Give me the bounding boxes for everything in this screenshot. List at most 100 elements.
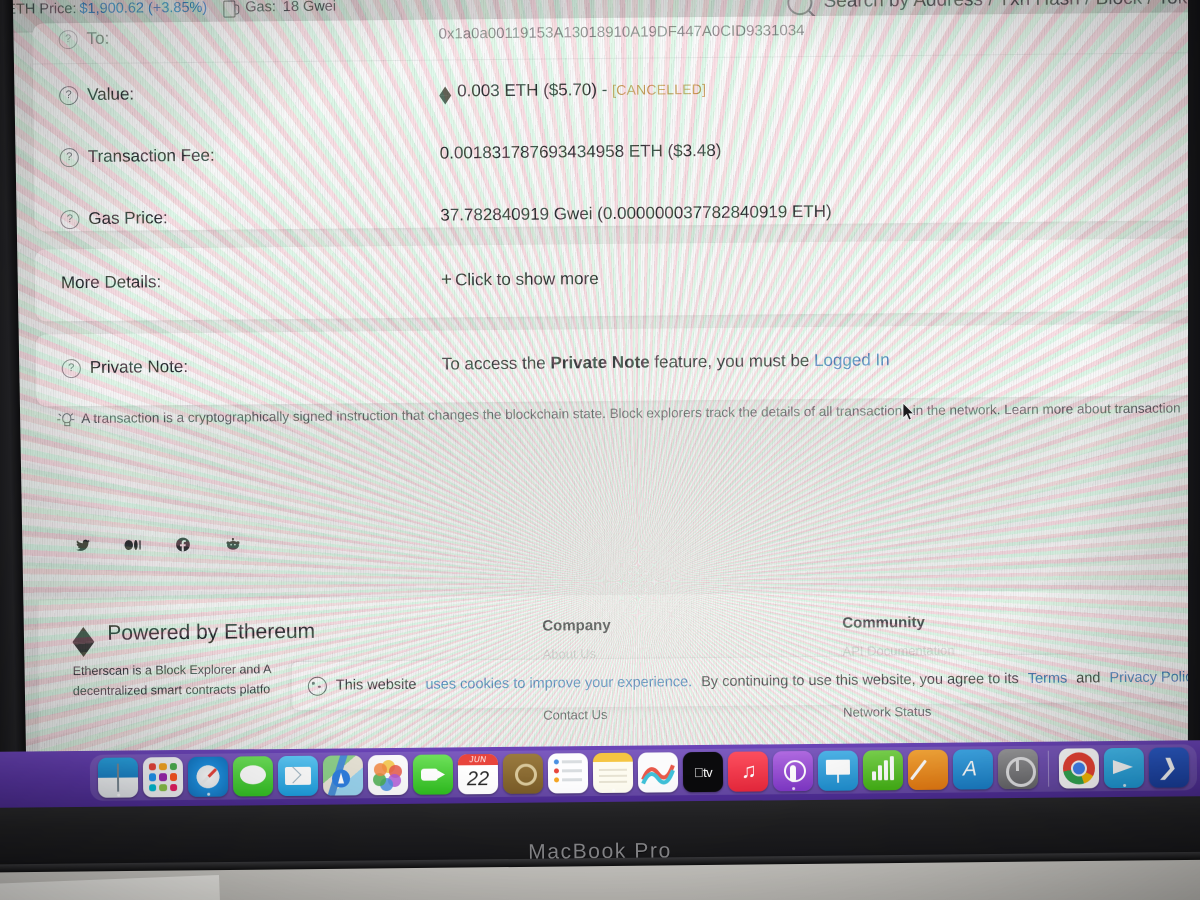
dock-app-stocks[interactable]	[637, 752, 679, 793]
private-note-row: ? Private Note: To access the Private No…	[61, 323, 1190, 402]
row-value-transaction-fee: 0.001831787693434958 ETH ($3.48)	[439, 140, 722, 163]
dock-app-system-preferences[interactable]	[997, 748, 1039, 790]
value-amount-text: 0.003 ETH ($5.70) -	[457, 79, 608, 101]
gas-pump-icon	[223, 0, 238, 16]
dock-app-facetime[interactable]	[412, 754, 454, 795]
help-icon[interactable]: ?	[58, 29, 78, 49]
social-links	[67, 528, 248, 561]
transaction-details-card: ? To: 0x1a0a00119153A13018910A19DF447A0C…	[32, 12, 1200, 232]
gas-label: Gas:	[245, 0, 276, 16]
ethereum-diamond-icon	[72, 626, 95, 642]
facebook-icon	[175, 537, 190, 551]
row-label-text: To:	[86, 28, 110, 48]
dock-app-music[interactable]: ♫	[727, 751, 769, 792]
dock-app-numbers[interactable]	[862, 750, 904, 791]
laptop-screen: ETH Price: $1,900.62 (+3.85%) Gas: 18 Gwe…	[0, 0, 1200, 798]
help-icon[interactable]: ?	[61, 358, 81, 378]
private-note-text-bold: Private Note	[550, 352, 650, 373]
calendar-day: 22	[466, 768, 490, 791]
row-label-value: ? Value:	[59, 82, 439, 106]
dock-app-podcasts-brown[interactable]	[502, 753, 544, 794]
reddit-icon	[225, 537, 239, 550]
private-note-message: To access the Private Note feature, you …	[442, 347, 1190, 374]
private-note-text-before: To access the	[441, 353, 551, 374]
dock-app-clipped[interactable]: ❯	[1148, 747, 1190, 788]
private-note-label: ? Private Note:	[61, 355, 442, 379]
help-icon[interactable]: ?	[60, 209, 80, 229]
show-more-label: Click to show more	[454, 269, 599, 290]
cookie-text-1: This website	[335, 676, 417, 694]
logged-in-link[interactable]: Logged In	[814, 350, 890, 370]
dock-app-photos[interactable]	[367, 754, 409, 796]
eth-price-group[interactable]: ETH Price: $1,900.62 (+3.85%)	[6, 0, 207, 18]
click-to-show-more-button[interactable]: + Click to show more	[441, 262, 1189, 291]
status-badge: [CANCELLED]	[612, 81, 707, 98]
screen-bezel-right	[1188, 0, 1200, 850]
dock-app-messages[interactable]	[232, 756, 274, 797]
cookie-link-uses-cookies[interactable]: uses cookies to improve your experience.	[425, 674, 692, 693]
etherscan-page: ETH Price: $1,900.62 (+3.85%) Gas: 18 Gwe…	[0, 0, 1200, 798]
search-placeholder: Search by Address / Txn Hash / Block / T…	[823, 0, 1200, 13]
eth-price-value: $1,900.62	[79, 0, 145, 18]
private-note-label-text: Private Note:	[89, 356, 189, 377]
dock-app-notes[interactable]	[592, 752, 634, 794]
dock-app-calendar[interactable]: JUN 22	[457, 753, 499, 795]
dock-divider	[1047, 750, 1050, 787]
cookie-text-2: By continuing to use this website, you a…	[701, 671, 1019, 691]
cookie-link-terms[interactable]: Terms	[1028, 671, 1068, 687]
help-icon[interactable]: ?	[59, 85, 79, 105]
dock-app-keynote[interactable]	[817, 750, 859, 791]
powered-by-label: Powered by Ethereum	[107, 619, 316, 645]
footer-heading-company: Company	[542, 616, 611, 635]
cookie-text-3: and	[1076, 670, 1101, 687]
dock-app-finder[interactable]	[97, 757, 139, 798]
reddit-link[interactable]	[217, 528, 248, 559]
dock-app-app-store[interactable]: A	[952, 749, 994, 790]
cookie-icon	[307, 676, 327, 696]
row-label-transaction-fee: ? Transaction Fee:	[59, 144, 440, 168]
row-label-text: Gas Price:	[88, 208, 168, 228]
more-details-label: More Details:	[60, 272, 162, 293]
row-value-to[interactable]: 0x1a0a00119153A13018910A19DF447A0CID9331…	[439, 18, 1187, 43]
footer-heading-community: Community	[842, 613, 925, 632]
dock-app-chrome[interactable]	[1058, 748, 1100, 789]
eth-price-change: (+3.85%)	[147, 0, 208, 17]
eth-price-label: ETH Price:	[6, 1, 77, 18]
dock-app-launchpad[interactable]	[142, 757, 184, 798]
dock-app-podcasts[interactable]	[772, 750, 814, 792]
dock-app-apple-tv[interactable]: tv	[682, 751, 724, 793]
dock-app-telegram[interactable]	[1103, 747, 1145, 789]
row-value-gas-price: 37.782840919 Gwei (0.000000037782840919 …	[440, 201, 832, 225]
photo-of-laptop-screen: ETH Price: $1,900.62 (+3.85%) Gas: 18 Gwe…	[0, 0, 1200, 900]
help-icon[interactable]: ?	[59, 147, 79, 167]
medium-link[interactable]	[117, 529, 148, 560]
plus-icon: +	[440, 269, 453, 291]
gas-tracker[interactable]: Gas: 18 Gwei	[223, 0, 336, 16]
row-label-text: Value:	[87, 84, 135, 104]
row-label-gas-price: ? Gas Price:	[60, 206, 440, 230]
table-row: ? Value: 0.003 ETH ($5.70) - [CANCELLED]	[59, 53, 1188, 126]
dock-app-mail[interactable]	[277, 755, 319, 797]
search-icon	[787, 0, 813, 15]
twitter-link[interactable]	[67, 529, 98, 561]
private-note-card: ? Private Note: To access the Private No…	[35, 323, 1200, 407]
dock-app-safari[interactable]	[187, 756, 229, 797]
table-row: ? Transaction Fee: 0.001831787693434958 …	[59, 115, 1188, 188]
mouse-pointer	[902, 402, 915, 421]
more-details-card: More Details: + Click to show more	[34, 238, 1200, 322]
gas-value: 18 Gwei	[282, 0, 337, 16]
more-details-row: More Details: + Click to show more	[61, 238, 1190, 319]
topbar-left-group: ETH Price: $1,900.62 (+3.85%) Gas: 18 Gwe…	[0, 0, 336, 18]
medium-icon	[123, 539, 141, 550]
private-note-text-mid: feature, you must be	[649, 350, 815, 372]
lightbulb-icon	[57, 412, 75, 427]
dock-app-maps[interactable]	[322, 755, 364, 796]
cookie-consent-banner: This website uses cookies to improve you…	[290, 651, 1200, 712]
facebook-link[interactable]	[167, 528, 198, 560]
dock-app-pages[interactable]	[907, 749, 949, 791]
dock-app-reminders[interactable]	[547, 753, 589, 794]
calendar-month: JUN	[457, 753, 498, 766]
cookie-link-privacy-policy[interactable]: Privacy Policy	[1109, 669, 1199, 686]
row-value-amount: 0.003 ETH ($5.70) - [CANCELLED]	[439, 74, 1187, 101]
row-label-text: Transaction Fee:	[87, 145, 215, 166]
